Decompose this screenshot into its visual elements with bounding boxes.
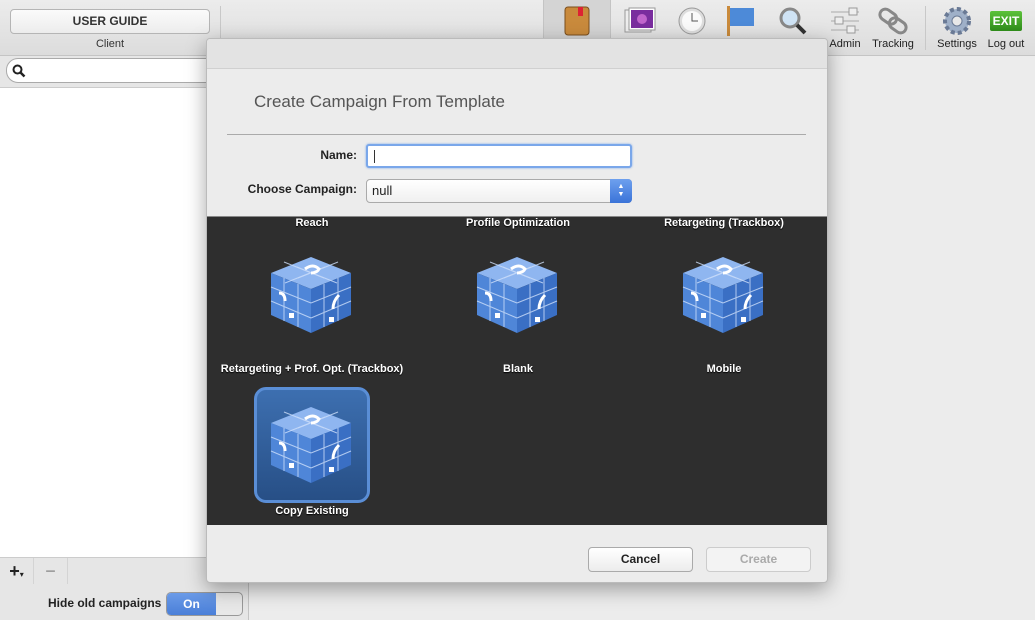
template-label: Retargeting + Prof. Opt. (Trackbox) [220, 363, 404, 375]
template-mobile[interactable]: Mobile [619, 363, 827, 375]
cube-icon [681, 255, 765, 335]
toolbar-clock-button[interactable] [664, 4, 720, 38]
name-label: Name: [320, 148, 357, 162]
cube-icon [269, 405, 353, 485]
divider [925, 6, 926, 50]
photo-icon [624, 7, 656, 33]
template-label: Copy Existing [275, 505, 349, 517]
template-label: Retargeting (Trackbox) [664, 217, 784, 229]
dialog-header [207, 39, 827, 69]
template-reach[interactable]: Reach [207, 217, 417, 345]
template-profile-optimization[interactable]: Profile Optimization [413, 217, 623, 345]
template-label: Mobile [706, 363, 742, 375]
clock-icon [678, 7, 706, 35]
dialog-title: Create Campaign From Template [254, 92, 506, 111]
toolbar-tracking-button[interactable]: Tracking [865, 4, 921, 50]
cube-icon [475, 255, 559, 335]
template-label: Blank [503, 363, 533, 375]
template-copy-existing[interactable]: Copy Existing [207, 385, 417, 517]
template-label: Reach [295, 217, 329, 229]
book-icon [564, 6, 590, 36]
tracking-label: Tracking [872, 38, 914, 50]
template-grid: Reach Profile Optimization Retargeting (… [207, 216, 827, 525]
magnifier-icon [779, 7, 807, 35]
hide-old-campaigns-label: Hide old campaigns [48, 596, 162, 610]
search-icon [12, 64, 26, 78]
gear-icon [943, 7, 971, 35]
toolbar-flag-button[interactable] [713, 4, 769, 38]
template-blank[interactable]: Blank [413, 363, 623, 375]
add-button[interactable]: +▾ [0, 558, 34, 584]
exit-icon: EXIT [989, 11, 1023, 31]
choose-campaign-select[interactable]: null ▲ ▼ [366, 179, 632, 203]
template-label: Profile Optimization [466, 217, 570, 229]
cube-icon [269, 255, 353, 335]
text-caret [374, 150, 375, 163]
settings-label: Settings [937, 38, 977, 50]
caret-down-icon: ▾ [19, 570, 24, 579]
plus-icon: + [9, 561, 20, 581]
chain-link-icon [878, 7, 908, 35]
remove-button[interactable]: − [34, 558, 68, 584]
toolbar-search-button[interactable] [765, 4, 821, 38]
toggle-on-label: On [167, 593, 216, 615]
client-search-input[interactable] [6, 58, 236, 83]
choose-campaign-label: Choose Campaign: [247, 182, 357, 196]
template-retargeting-prof-opt[interactable]: Retargeting + Prof. Opt. (Trackbox) [207, 363, 417, 375]
logout-label: Log out [987, 38, 1025, 50]
create-button[interactable]: Create [706, 547, 811, 572]
create-campaign-dialog: Create Campaign From Template Name: Choo… [206, 38, 828, 583]
select-value: null [372, 183, 393, 198]
toolbar-settings-button[interactable]: Settings [929, 4, 985, 50]
name-input[interactable] [366, 144, 632, 168]
toolbar-photo-button[interactable] [612, 4, 668, 38]
stepper-arrows-icon: ▲ ▼ [610, 179, 632, 203]
template-retargeting[interactable]: Retargeting (Trackbox) [619, 217, 827, 345]
cancel-button[interactable]: Cancel [588, 547, 693, 572]
user-guide-button[interactable]: USER GUIDE [10, 9, 210, 34]
divider [227, 134, 806, 135]
flag-icon [727, 6, 754, 36]
client-label: Client [95, 38, 125, 50]
toolbar-logout-button[interactable]: EXIT Log out [978, 4, 1034, 50]
sliders-icon [831, 7, 859, 34]
hide-old-campaigns-toggle[interactable]: On [166, 592, 243, 616]
